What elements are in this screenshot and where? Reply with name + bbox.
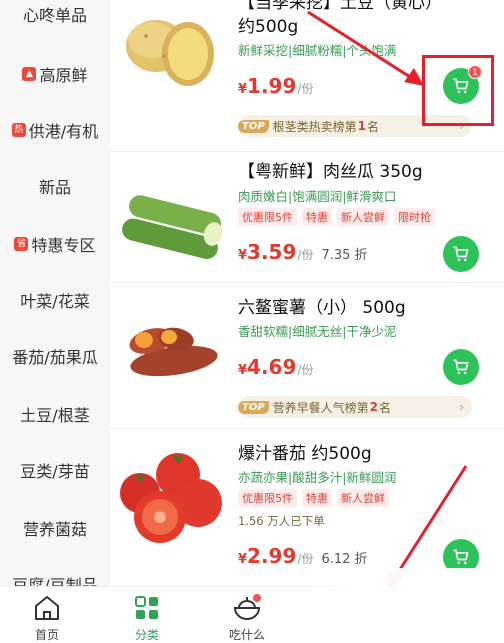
- chevron-right-icon: ›: [459, 400, 464, 414]
- product-card-loofah[interactable]: 【粤新鲜】肉丝瓜 350g 肉质嫩白|饱满圆润|鲜滑爽口 优惠限5件 特惠 新人…: [110, 152, 504, 282]
- product-desc: 新鲜采挖|细腻粉糯|个头饱满: [238, 43, 397, 58]
- category-sidebar: 心咚单品 ▲ 高原鲜 热供港/有机 新品 省特惠专区 叶菜/花菜 番茄/茄果瓜 土…: [0, 0, 110, 586]
- product-price: ¥ 2.99 /份 6.12 折: [238, 544, 368, 568]
- product-title: 爆汁番茄 约500g: [238, 444, 372, 464]
- notification-dot: [253, 594, 261, 602]
- sidebar-item-tehui[interactable]: 省特惠专区: [0, 224, 110, 264]
- home-icon: [35, 596, 59, 620]
- tag-newuser: 新人尝鲜: [337, 208, 389, 226]
- product-price: ¥ 3.59 /份 7.35 折: [238, 240, 368, 264]
- product-title: 【粤新鲜】肉丝瓜 350g: [238, 162, 423, 182]
- add-to-cart-button[interactable]: [443, 349, 479, 385]
- cart-icon: [453, 359, 469, 375]
- tab-home[interactable]: 首页: [12, 587, 82, 643]
- sweet-potato-image: [129, 327, 218, 377]
- tag-limit: 优惠限5件: [238, 489, 297, 507]
- hot-tag-icon: 热: [11, 123, 26, 137]
- tag-flash: 限时抢: [394, 208, 435, 226]
- product-desc: 亦蔬亦果|酸甜多汁|新鲜圆润: [238, 470, 397, 485]
- product-tags: 优惠限5件 特惠 新人尝鲜 限时抢: [238, 208, 435, 226]
- cart-icon: [453, 246, 469, 262]
- sidebar-item-xinpin[interactable]: 新品: [0, 166, 110, 206]
- tag-limit: 优惠限5件: [238, 208, 297, 226]
- watermark-fade: [300, 568, 504, 642]
- tag-special: 特惠: [302, 208, 332, 226]
- product-title-line2: 约500g: [238, 17, 299, 37]
- sidebar-item-doulei[interactable]: 豆类/芽苗: [0, 450, 110, 490]
- sidebar-item-gonggang[interactable]: 热供港/有机: [0, 110, 110, 150]
- tomato-image: [120, 453, 222, 543]
- save-tag-icon: 省: [14, 237, 29, 251]
- sidebar-item-xindong[interactable]: 心咚单品: [0, 0, 110, 34]
- discount-label: 6.12 折: [321, 552, 368, 567]
- tab-category[interactable]: 分类: [112, 587, 182, 643]
- product-card-sweet-potato[interactable]: 六鳌蜜薯（小） 500g 香甜软糯|细腻无丝|干净少泥 ¥ 4.69 /份 TO…: [110, 283, 504, 423]
- top-badge: TOP: [238, 400, 269, 414]
- sidebar-item-tudou[interactable]: 土豆/根茎: [0, 394, 110, 434]
- category-icon: [135, 596, 158, 619]
- potato-image: [126, 20, 214, 86]
- tab-what-to-eat[interactable]: 吃什么: [212, 587, 282, 643]
- product-price: ¥ 1.99 /份: [238, 74, 314, 98]
- product-tags: 优惠限5件 特惠 新人尝鲜: [238, 489, 389, 507]
- product-price: ¥ 4.69 /份: [238, 355, 314, 379]
- product-card-tomato[interactable]: 爆汁番茄 约500g 亦蔬亦果|酸甜多汁|新鲜圆润 优惠限5件 特惠 新人尝鲜 …: [110, 429, 504, 586]
- sidebar-item-fanqie[interactable]: 番茄/茄果瓜: [0, 336, 110, 376]
- sold-count: 1.56 万人已下单: [238, 514, 325, 528]
- loofah-image: [122, 195, 223, 259]
- add-to-cart-button[interactable]: [443, 236, 479, 272]
- product-desc: 肉质嫩白|饱满圆润|鲜滑爽口: [238, 189, 397, 204]
- cart-icon: [453, 549, 469, 565]
- bowl-icon: [231, 592, 263, 624]
- product-title: 六鳌蜜薯（小） 500g: [238, 298, 406, 318]
- sidebar-item-gaoyuan[interactable]: ▲ 高原鲜: [0, 54, 110, 94]
- discount-label: 7.35 折: [321, 248, 368, 263]
- tag-newuser: 新人尝鲜: [337, 489, 389, 507]
- tag-special: 特惠: [302, 489, 332, 507]
- product-desc: 香甜软糯|细腻无丝|干净少泥: [238, 324, 397, 339]
- rank-banner[interactable]: TOP 营养早餐人气榜第 2 名 ›: [238, 396, 472, 418]
- sidebar-item-yecai[interactable]: 叶菜/花菜: [0, 280, 110, 320]
- sidebar-item-doufu[interactable]: 豆腐/豆制品: [0, 564, 110, 586]
- annotation-highlight-box: [422, 55, 494, 126]
- mountain-tag-icon: ▲: [22, 67, 37, 81]
- sidebar-item-jungu[interactable]: 营养菌菇: [0, 508, 110, 548]
- top-badge: TOP: [238, 119, 269, 133]
